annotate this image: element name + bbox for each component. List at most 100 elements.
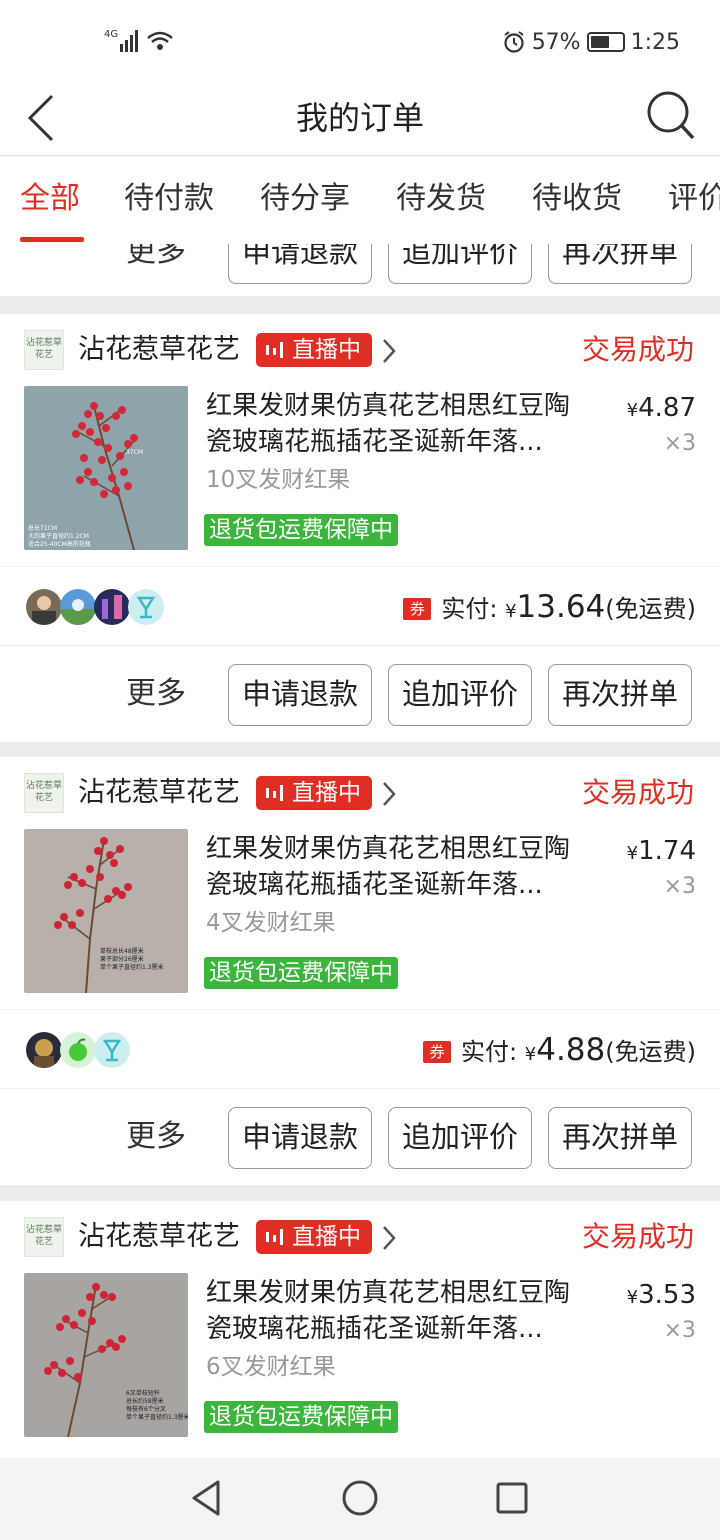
- battery-percent: 57%: [531, 29, 581, 55]
- refund-button[interactable]: 申请退款: [228, 244, 372, 284]
- shop-row[interactable]: 沾花惹草花艺 沾花惹草花艺 直播中 交易成功: [0, 1201, 720, 1273]
- reorder-button[interactable]: 再次拼单: [548, 1107, 692, 1169]
- refund-button[interactable]: 申请退款: [228, 1107, 372, 1169]
- payment-row: 券实付: ¥4.88(免运费): [0, 1009, 720, 1089]
- price-value: 1.74: [638, 836, 696, 866]
- order-card[interactable]: 沾花惹草花艺 沾花惹草花艺 直播中 交易成功: [0, 314, 720, 566]
- page-title: 我的订单: [295, 99, 424, 137]
- more-button[interactable]: 更多: [126, 1115, 186, 1159]
- svg-text:单枝总长48厘米: 单枝总长48厘米: [100, 947, 144, 955]
- tab-pending-payment[interactable]: 待付款: [124, 178, 214, 220]
- svg-text:6叉单枝短杆: 6叉单枝短杆: [126, 1389, 160, 1397]
- svg-text:大的果子直径约1.2CM: 大的果子直径约1.2CM: [28, 532, 89, 540]
- unit-price: ¥1.74: [627, 833, 696, 872]
- product-title-line: 瓷玻璃花瓶插花圣诞新年落...: [206, 427, 543, 457]
- paid-amount: 券实付: ¥13.64(免运费): [403, 585, 696, 634]
- home-circle-icon[interactable]: [340, 1478, 380, 1518]
- svg-text:果子部分26厘米: 果子部分26厘米: [100, 955, 144, 963]
- add-review-button[interactable]: 追加评价: [388, 244, 532, 284]
- order-tabs: 全部 待付款 待分享 待发货 待收货 评价: [0, 156, 720, 244]
- system-nav-bar: [0, 1458, 720, 1540]
- live-badge[interactable]: 直播中: [256, 1220, 372, 1254]
- coupon-icon: 券: [403, 598, 432, 620]
- product-title[interactable]: 红果发财果仿真花艺相思红豆陶 瓷玻璃花瓶插花圣诞新年落...: [206, 388, 606, 460]
- shop-logo: 沾花惹草花艺: [24, 773, 64, 813]
- tab-pending-share[interactable]: 待分享: [260, 178, 350, 220]
- svg-text:37CM: 37CM: [126, 449, 143, 456]
- free-shipping-label: (免运费): [605, 595, 696, 623]
- product-title-line: 红果发财果仿真花艺相思红豆陶: [206, 1278, 571, 1308]
- reorder-button[interactable]: 再次拼单: [548, 244, 692, 284]
- order-card[interactable]: 沾花惹草花艺 沾花惹草花艺 直播中 交易成功: [0, 757, 720, 1009]
- shop-row[interactable]: 沾花惹草花艺 沾花惹草花艺 直播中 交易成功: [0, 757, 720, 829]
- clock: 1:25: [630, 29, 680, 55]
- quantity: ×3: [663, 1318, 696, 1343]
- order-actions: 更多 申请退款 追加评价 再次拼单: [0, 1089, 720, 1185]
- nav-bar: 我的订单: [0, 80, 720, 156]
- svg-text:每枝有6个分叉: 每枝有6个分叉: [126, 1405, 166, 1413]
- quantity: ×3: [663, 874, 696, 899]
- order-list[interactable]: 更多 申请退款 追加评价 再次拼单 沾花惹草花艺 沾花惹草花艺 直播中 交易成功: [0, 244, 720, 1458]
- network-type: 4G: [104, 29, 118, 40]
- alarm-icon: [504, 31, 524, 53]
- order-status: 交易成功: [581, 1220, 694, 1253]
- shop-name[interactable]: 沾花惹草花艺: [78, 1217, 240, 1257]
- live-badge[interactable]: 直播中: [256, 333, 372, 367]
- price-value: 3.53: [638, 1280, 696, 1310]
- live-label: 直播中: [292, 780, 361, 806]
- product-image[interactable]: 总长71CM 大的果子直径约1.2CM 适合25-40CM高的花瓶 37CM: [24, 386, 188, 550]
- tab-pending-receipt[interactable]: 待收货: [532, 178, 622, 220]
- tab-indicator: [20, 237, 84, 242]
- product-image[interactable]: 单枝总长48厘米 果子部分26厘米 单个果子直径约1.3厘米: [24, 829, 188, 993]
- order-status: 交易成功: [581, 333, 694, 366]
- live-badge[interactable]: 直播中: [256, 776, 372, 810]
- status-bar: 4G 57% 1:25: [0, 0, 720, 80]
- svg-text:总长约58厘米: 总长约58厘米: [126, 1397, 164, 1405]
- unit-price: ¥4.87: [627, 390, 696, 429]
- order-card[interactable]: 沾花惹草花艺 沾花惹草花艺 直播中 交易成功: [0, 1201, 720, 1458]
- recents-square-icon[interactable]: [494, 1478, 530, 1518]
- shop-name[interactable]: 沾花惹草花艺: [78, 330, 240, 370]
- add-review-button[interactable]: 追加评价: [388, 1107, 532, 1169]
- back-triangle-icon[interactable]: [188, 1478, 224, 1518]
- product-title-line: 红果发财果仿真花艺相思红豆陶: [206, 391, 571, 421]
- add-review-button[interactable]: 追加评价: [388, 664, 532, 726]
- svg-text:总长71CM: 总长71CM: [28, 524, 57, 532]
- signal-icon: 4G: [104, 29, 173, 52]
- shop-row[interactable]: 沾花惹草花艺 沾花惹草花艺 直播中 交易成功: [0, 314, 720, 386]
- tab-review[interactable]: 评价: [668, 178, 720, 220]
- live-label: 直播中: [292, 1224, 361, 1250]
- product-title[interactable]: 红果发财果仿真花艺相思红豆陶 瓷玻璃花瓶插花圣诞新年落...: [206, 1275, 606, 1347]
- product-spec: 6叉发财红果: [206, 1354, 336, 1380]
- live-label: 直播中: [292, 337, 361, 363]
- product-spec: 4叉发财红果: [206, 910, 336, 936]
- paid-label: 实付:: [461, 1038, 518, 1066]
- currency-symbol: ¥: [626, 400, 639, 421]
- tab-all[interactable]: 全部: [20, 178, 80, 220]
- chevron-right-icon: [383, 339, 396, 363]
- unit-price: ¥3.53: [627, 1277, 696, 1316]
- product-title-line: 红果发财果仿真花艺相思红豆陶: [206, 834, 571, 864]
- chevron-right-icon: [383, 782, 396, 806]
- order-actions: 更多 申请退款 追加评价 再次拼单: [0, 244, 720, 296]
- product-title[interactable]: 红果发财果仿真花艺相思红豆陶 瓷玻璃花瓶插花圣诞新年落...: [206, 831, 606, 903]
- shop-name[interactable]: 沾花惹草花艺: [78, 773, 240, 813]
- paid-value: 13.64: [516, 589, 606, 625]
- reorder-button[interactable]: 再次拼单: [548, 664, 692, 726]
- search-icon[interactable]: [646, 90, 696, 142]
- quantity: ×3: [663, 431, 696, 456]
- refund-button[interactable]: 申请退款: [228, 664, 372, 726]
- paid-value: 4.88: [536, 1032, 606, 1068]
- currency-symbol: ¥: [505, 601, 517, 622]
- guarantee-badge: 退货包运费保障中: [204, 957, 398, 989]
- tab-pending-shipment[interactable]: 待发货: [396, 178, 486, 220]
- product-image[interactable]: 6叉单枝短杆 总长约58厘米 每枝有6个分叉 单个果子直径约1.3厘米: [24, 1273, 188, 1437]
- payment-row: 券实付: ¥13.64(免运费): [0, 566, 720, 646]
- currency-symbol: ¥: [524, 1044, 537, 1065]
- price-value: 4.87: [638, 393, 696, 423]
- avatar: [60, 1032, 96, 1068]
- more-button[interactable]: 更多: [126, 244, 186, 274]
- avatar: [26, 589, 62, 625]
- avatar: [94, 1032, 130, 1068]
- more-button[interactable]: 更多: [126, 672, 186, 716]
